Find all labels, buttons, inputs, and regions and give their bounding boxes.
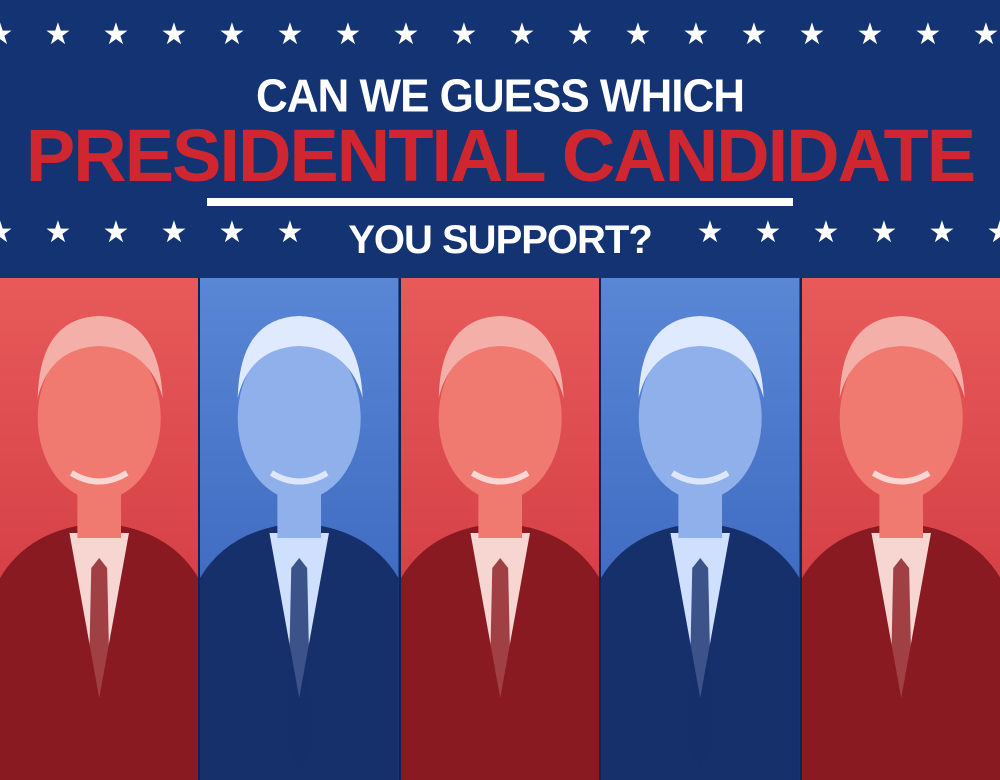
headline-line-3-text: YOU SUPPORT? — [334, 218, 666, 262]
star-icon: ★ — [972, 17, 1000, 52]
title-banner: ★★★★★★★★★★★★★★★★★★ CAN WE GUESS WHICH PR… — [0, 0, 1000, 278]
headline-underline — [207, 198, 793, 206]
candidate-photo-1 — [0, 278, 201, 780]
star-icon: ★ — [450, 17, 478, 52]
portrait-image — [601, 278, 800, 780]
candidate-photo-4 — [601, 278, 802, 780]
star-icon: ★ — [914, 17, 942, 52]
star-icon: ★ — [102, 17, 130, 52]
star-icon: ★ — [682, 17, 710, 52]
star-icon: ★ — [276, 17, 304, 52]
star-icon: ★ — [798, 17, 826, 52]
star-icon: ★ — [392, 17, 420, 52]
star-icon: ★ — [566, 17, 594, 52]
candidate-photo-2 — [200, 278, 401, 780]
star-icon: ★ — [508, 17, 536, 52]
star-row-top: ★ ★ ★ ★ ★ ★ ★ ★ ★ ★ ★ ★ ★ ★ ★ ★ ★ ★ — [0, 20, 1000, 60]
candidate-photo-5 — [801, 278, 1000, 780]
star-icon: ★ — [0, 20, 15, 50]
star-icon: ★ — [740, 17, 768, 52]
star-icon: ★ — [218, 17, 246, 52]
portrait-image — [200, 278, 399, 780]
headline-line-3: YOU SUPPORT? — [0, 218, 1000, 262]
star-icon: ★ — [624, 17, 652, 52]
headline-line-2: PRESIDENTIAL CANDIDATE — [25, 114, 976, 197]
star-icon: ★ — [44, 17, 72, 52]
portrait-image — [400, 278, 600, 780]
portrait-image — [801, 278, 1000, 780]
candidate-photo-3 — [400, 278, 602, 780]
portrait-image — [0, 278, 199, 780]
star-icon: ★ — [160, 17, 188, 52]
candidate-photo-strip — [0, 278, 1000, 780]
star-icon: ★ — [856, 17, 884, 52]
star-icon: ★ — [334, 17, 362, 52]
